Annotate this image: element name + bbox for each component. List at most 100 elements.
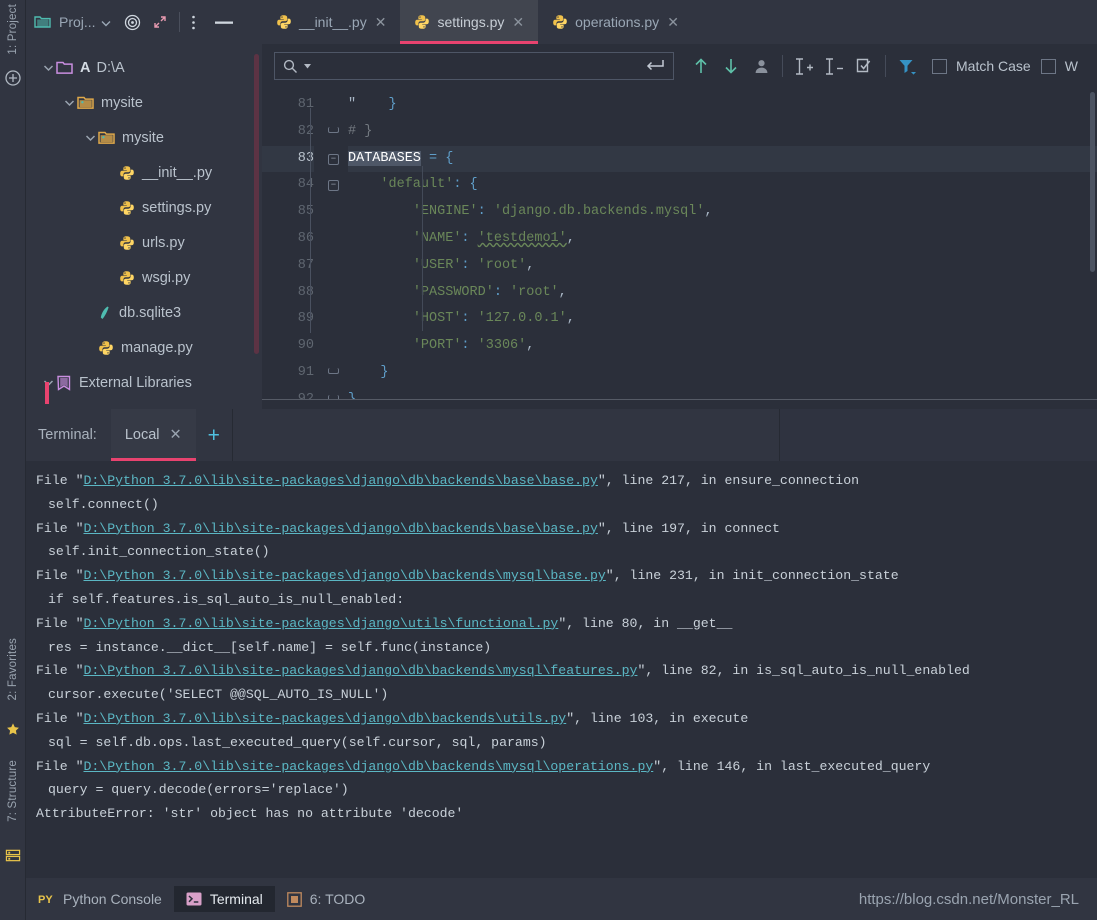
collapse-all-icon[interactable] [152, 14, 168, 30]
terminal-file-link[interactable]: D:\Python 3.7.0\lib\site-packages\django… [83, 616, 558, 631]
terminal-line: File "D:\Python 3.7.0\lib\site-packages\… [36, 612, 1097, 636]
fold-end-icon[interactable] [328, 127, 339, 133]
chevron-down-icon[interactable] [304, 64, 311, 69]
code-line[interactable]: # } [348, 119, 1097, 146]
terminal-text: ", line 217, in ensure_connection [598, 473, 859, 488]
tree-item-label: D:\A [96, 60, 124, 76]
tree-item-label: manage.py [121, 340, 193, 356]
terminal-text: query = query.decode(errors='replace') [48, 782, 349, 797]
code-view[interactable]: 818283848586878889909192 −− " }# }DATABA… [262, 88, 1097, 399]
rail-item-structure[interactable]: 7: Structure [7, 760, 19, 822]
match-case-checkbox[interactable]: Match Case [932, 58, 1031, 74]
fold-end-icon[interactable] [328, 395, 339, 399]
editor-tab-label: settings.py [437, 14, 504, 30]
terminal-tab-local[interactable]: Local ✕ [111, 409, 196, 461]
fold-gutter[interactable]: −− [322, 88, 348, 399]
terminal-panel-label: Terminal: [26, 427, 111, 443]
code-line[interactable]: 'NAME': 'testdemo1', [348, 226, 1097, 253]
terminal-icon [186, 892, 202, 906]
status-todo-button[interactable]: 6: TODO [275, 886, 378, 912]
enter-return-icon[interactable] [645, 59, 665, 73]
terminal-output[interactable]: File "D:\Python 3.7.0\lib\site-packages\… [26, 461, 1097, 878]
tree-item[interactable]: mysite [26, 85, 262, 120]
select-all-occurrences-icon[interactable] [746, 51, 776, 81]
editor-scrollbar[interactable] [1090, 92, 1095, 272]
code-line[interactable]: 'ENGINE': 'django.db.backends.mysql', [348, 199, 1097, 226]
tree-item[interactable]: External Libraries [26, 365, 262, 400]
close-icon[interactable]: ✕ [666, 15, 680, 29]
fold-end-icon[interactable] [328, 368, 339, 374]
close-icon[interactable]: ✕ [374, 15, 388, 29]
code-line[interactable]: DATABASES = { [348, 146, 1097, 173]
terminal-line: cursor.execute('SELECT @@SQL_AUTO_IS_NUL… [36, 683, 1097, 707]
add-tab-plus-icon[interactable]: + [196, 425, 232, 446]
status-python-console-button[interactable]: PY Python Console [26, 886, 174, 912]
tree-item[interactable]: db.sqlite3 [26, 295, 262, 330]
more-options-icon[interactable] [191, 14, 196, 31]
checkbox-box[interactable] [932, 59, 947, 74]
fold-collapse-icon[interactable]: − [328, 180, 339, 191]
locate-target-icon[interactable] [124, 14, 141, 31]
rail-item-favorites[interactable]: 2: Favorites [7, 638, 19, 700]
editor-tab-operations[interactable]: operations.py ✕ [538, 0, 693, 44]
project-title[interactable]: Proj... [59, 14, 111, 30]
close-icon[interactable]: ✕ [170, 427, 182, 443]
select-all-checkbox-icon[interactable] [849, 51, 879, 81]
terminal-file-link[interactable]: D:\Python 3.7.0\lib\site-packages\django… [83, 663, 637, 678]
toolbar-divider [885, 55, 886, 77]
status-terminal-button[interactable]: Terminal [174, 886, 275, 912]
line-number: 81 [262, 92, 314, 119]
code-lines[interactable]: " }# }DATABASES = { 'default': { 'ENGINE… [348, 88, 1097, 399]
words-checkbox[interactable]: W [1041, 58, 1078, 74]
tree-item[interactable]: __init__.py [26, 155, 262, 190]
tree-item[interactable]: AD:\A [26, 50, 262, 85]
code-line[interactable]: 'PORT': '3306', [348, 333, 1097, 360]
search-input[interactable] [274, 52, 674, 80]
tree-item[interactable]: < Python 3.7 > D:\Pyth [26, 400, 262, 409]
project-tree: AD:\Amysitemysite__init__.pysettings.pyu… [26, 44, 262, 409]
fold-row [322, 360, 348, 387]
terminal-text: File " [36, 473, 83, 488]
terminal-line: File "D:\Python 3.7.0\lib\site-packages\… [36, 707, 1097, 731]
terminal-file-link[interactable]: D:\Python 3.7.0\lib\site-packages\django… [83, 521, 597, 536]
terminal-text: AttributeError: 'str' object has no attr… [36, 806, 463, 821]
add-selection-icon[interactable] [789, 51, 819, 81]
tree-item[interactable]: settings.py [26, 190, 262, 225]
code-line[interactable]: " } [348, 92, 1097, 119]
close-icon[interactable]: ✕ [511, 15, 525, 29]
terminal-file-link[interactable]: D:\Python 3.7.0\lib\site-packages\django… [83, 711, 566, 726]
terminal-file-link[interactable]: D:\Python 3.7.0\lib\site-packages\django… [83, 568, 605, 583]
words-label: W [1065, 58, 1078, 74]
hide-panel-icon[interactable] [215, 20, 233, 25]
checkbox-box[interactable] [1041, 59, 1056, 74]
find-next-arrow-down-icon[interactable] [716, 51, 746, 81]
terminal-file-link[interactable]: D:\Python 3.7.0\lib\site-packages\django… [83, 473, 597, 488]
remove-selection-icon[interactable] [819, 51, 849, 81]
chevron-down-icon[interactable] [101, 14, 111, 30]
editor-tab-settings[interactable]: settings.py ✕ [400, 0, 538, 44]
code-line[interactable]: } [348, 387, 1097, 399]
code-line[interactable]: 'PASSWORD': 'root', [348, 280, 1097, 307]
project-tree-scrollbar[interactable] [254, 54, 259, 354]
terminal-text: File " [36, 663, 83, 678]
terminal-file-link[interactable]: D:\Python 3.7.0\lib\site-packages\django… [83, 759, 653, 774]
find-previous-arrow-up-icon[interactable] [686, 51, 716, 81]
tree-item[interactable]: urls.py [26, 225, 262, 260]
chevron-down-icon[interactable] [61, 99, 77, 107]
filter-icon[interactable] [892, 51, 922, 81]
tree-item[interactable]: mysite [26, 120, 262, 155]
chevron-down-icon[interactable] [40, 64, 56, 72]
tree-item[interactable]: manage.py [26, 330, 262, 365]
terminal-panel: Terminal: Local ✕ + File "D:\Python 3.7.… [26, 409, 1097, 878]
rail-item-project[interactable]: 1: Project [7, 4, 19, 55]
code-line[interactable]: 'default': { [348, 172, 1097, 199]
tree-item[interactable]: wsgi.py [26, 260, 262, 295]
project-tool-window-icon[interactable] [5, 70, 21, 89]
code-line[interactable]: 'HOST': '127.0.0.1', [348, 306, 1097, 333]
fold-row [322, 226, 348, 253]
code-line[interactable]: } [348, 360, 1097, 387]
code-line[interactable]: 'USER': 'root', [348, 253, 1097, 280]
chevron-down-icon[interactable] [82, 134, 98, 142]
editor-tab-init[interactable]: __init__.py ✕ [262, 0, 400, 44]
fold-collapse-icon[interactable]: − [328, 154, 339, 165]
